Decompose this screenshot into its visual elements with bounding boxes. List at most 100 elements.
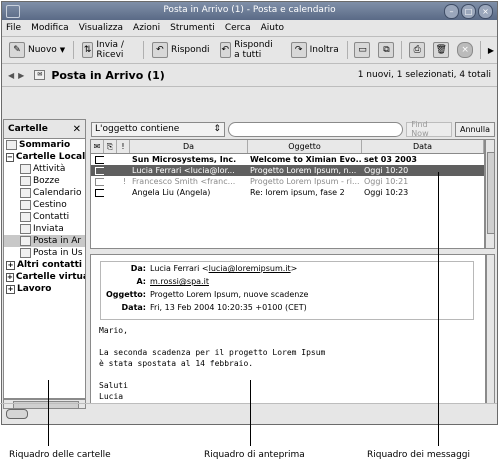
column-from[interactable]: Da [130,140,248,153]
folder-label: Calendario [33,188,82,198]
clear-button[interactable]: Annulla [454,121,495,137]
to-email-link[interactable]: m.rossi@spa.it [150,277,209,286]
folder-title: Posta in Arrivo (1) [51,68,165,82]
search-input[interactable] [227,121,404,137]
send-receive-button[interactable]: ⇅ Invia / Ricevi [78,39,139,61]
folder-trash[interactable]: Cestino [4,199,85,211]
new-button[interactable]: ✎ Nuovo ▼ [5,39,69,61]
folder-contacts[interactable]: Contatti [4,211,85,223]
header-date-value: Fri, 13 Feb 2004 10:20:35 +0100 (CET) [150,303,307,312]
folder-tasks[interactable]: Attività [4,163,85,175]
menu-search[interactable]: Cerca [225,23,251,33]
menu-actions[interactable]: Azioni [133,23,160,33]
expand-icon[interactable]: + [6,272,14,282]
folder-summary[interactable]: Sommario [4,139,85,151]
column-subject[interactable]: Oggetto [248,140,362,153]
folder-pane-header: Cartelle ✕ [4,120,85,139]
attachment-column-icon[interactable]: ⎘ [104,140,117,153]
chevron-right-icon: ▶ [487,45,495,55]
folder-drafts[interactable]: Bozze [4,175,85,187]
header-from-name: Lucia Ferrari < [150,264,209,273]
header-from: Da: Lucia Ferrari <lucia@loremipsum.it> [101,263,473,275]
preview-scrollbar[interactable] [486,254,495,404]
menu-edit[interactable]: Modifica [31,23,69,33]
move-button[interactable]: ▭ [351,39,373,61]
message-row[interactable]: ! Francesco Smith <franc... Progetto Lor… [91,176,484,187]
junk-button[interactable]: × [454,39,476,61]
message-list-scrollbar[interactable] [485,139,495,249]
message-body: Mario, La seconda scadenza per il proget… [99,326,326,401]
chevron-down-icon[interactable]: ▼ [60,46,65,54]
message-row[interactable]: Angela Liu (Angela) Re: lorem ipsum, fas… [91,187,484,198]
reply-label: Rispondi [170,45,210,55]
folder-label: Posta in Us [33,248,83,258]
expand-icon[interactable]: + [6,260,15,270]
inbox-icon [20,236,31,246]
forward-icon: ↷ [290,42,307,58]
folder-status: 1 nuovi, 1 selezionati, 4 totali [357,70,491,80]
expand-icon[interactable]: + [6,284,15,294]
minimize-icon[interactable]: – [444,4,459,19]
menu-file[interactable]: File [6,23,21,33]
header-subject: Oggetto: Progetto Lorem Ipsum, nuove sca… [101,289,473,301]
message-subject: Re: lorem ipsum, fase 2 [250,188,345,197]
forward-button[interactable]: ↷ Inoltra [287,39,343,61]
send-receive-icon: ⇅ [81,42,94,58]
folder-other-contacts[interactable]: + Altri contatti [4,259,85,271]
folder-calendar[interactable]: Calendario [4,187,85,199]
toolbar: ✎ Nuovo ▼ ⇅ Invia / Ricevi ↶ Rispondi ↶ … [2,37,497,64]
maximize-icon[interactable]: □ [461,4,476,19]
folder-local[interactable]: − Cartelle Locali [4,151,85,163]
title-bar[interactable]: Posta in Arrivo (1) - Posta e calendario… [2,2,497,20]
header-key: Data: [121,303,146,312]
message-list: ✉ ⎘ ! Da Oggetto Data Sun Microsystems, … [90,139,485,249]
back-icon[interactable]: ◀ [8,71,14,80]
close-icon[interactable]: ✕ [73,124,81,135]
message-row[interactable]: Lucia Ferrari <lucia@lor... Progetto Lor… [91,165,484,176]
scrollbar-thumb[interactable] [487,152,495,234]
toolbar-overflow-button[interactable]: ▶ [485,39,497,61]
priority-column-icon[interactable]: ! [117,140,130,153]
collapse-icon[interactable]: − [6,152,14,162]
trash-icon: 🗑 [433,42,450,58]
toolbar-separator [143,41,144,59]
from-email-link[interactable]: lucia@loremipsum.it [209,264,291,273]
header-key: Da: [130,264,146,273]
menu-help[interactable]: Aiuto [261,23,284,33]
message-subject: Progetto Lorem Ipsum, n... [250,166,357,175]
search-filter-select[interactable]: L'oggetto contiene ⇕ [91,121,225,137]
column-date[interactable]: Data [362,140,484,153]
status-column-icon[interactable]: ✉ [91,140,104,153]
find-now-button[interactable]: Find Now [406,120,452,138]
toolbar-separator [346,41,348,59]
print-button[interactable]: ⎙ [406,39,428,61]
message-row[interactable]: Sun Microsystems, Inc. Welcome to Ximian… [91,154,484,165]
delete-button[interactable]: 🗑 [430,39,452,61]
folder-label: Inviata [33,224,64,234]
message-date: set 03 2003 [364,155,417,164]
reply-button[interactable]: ↶ Rispondi [148,39,214,61]
close-window-icon[interactable]: × [478,4,493,19]
forward-label: Inoltra [309,45,339,55]
search-bar: L'oggetto contiene ⇕ Find Now Annulla [89,119,495,139]
copy-button[interactable]: ⧉ [375,39,397,61]
forward-nav-icon[interactable]: ▶ [18,71,24,80]
folder-virtual[interactable]: +Cartelle virtuali [4,271,85,283]
folder-pane-title: Cartelle [8,124,48,134]
toolbar-separator [401,41,403,59]
main-area: L'oggetto contiene ⇕ Find Now Annulla ✉ … [89,119,495,404]
folder-outbox[interactable]: Posta in Us [4,247,85,259]
junk-icon: × [457,42,474,58]
callout-line-messages [438,172,439,446]
reply-all-button[interactable]: ↶ Rispondi a tutti [216,39,285,61]
callout-preview: Riquadro di anteprima [204,450,305,460]
menu-view[interactable]: Visualizza [79,23,123,33]
menu-tools[interactable]: Strumenti [170,23,215,33]
folder-sent[interactable]: Inviata [4,223,85,235]
folder-work[interactable]: + Lavoro [4,283,85,295]
priority-flag [117,165,130,176]
print-icon: ⎙ [409,42,426,58]
online-status-icon[interactable] [6,409,28,419]
folder-label: Attività [33,164,66,174]
folder-inbox[interactable]: Posta in Ar [4,235,85,247]
